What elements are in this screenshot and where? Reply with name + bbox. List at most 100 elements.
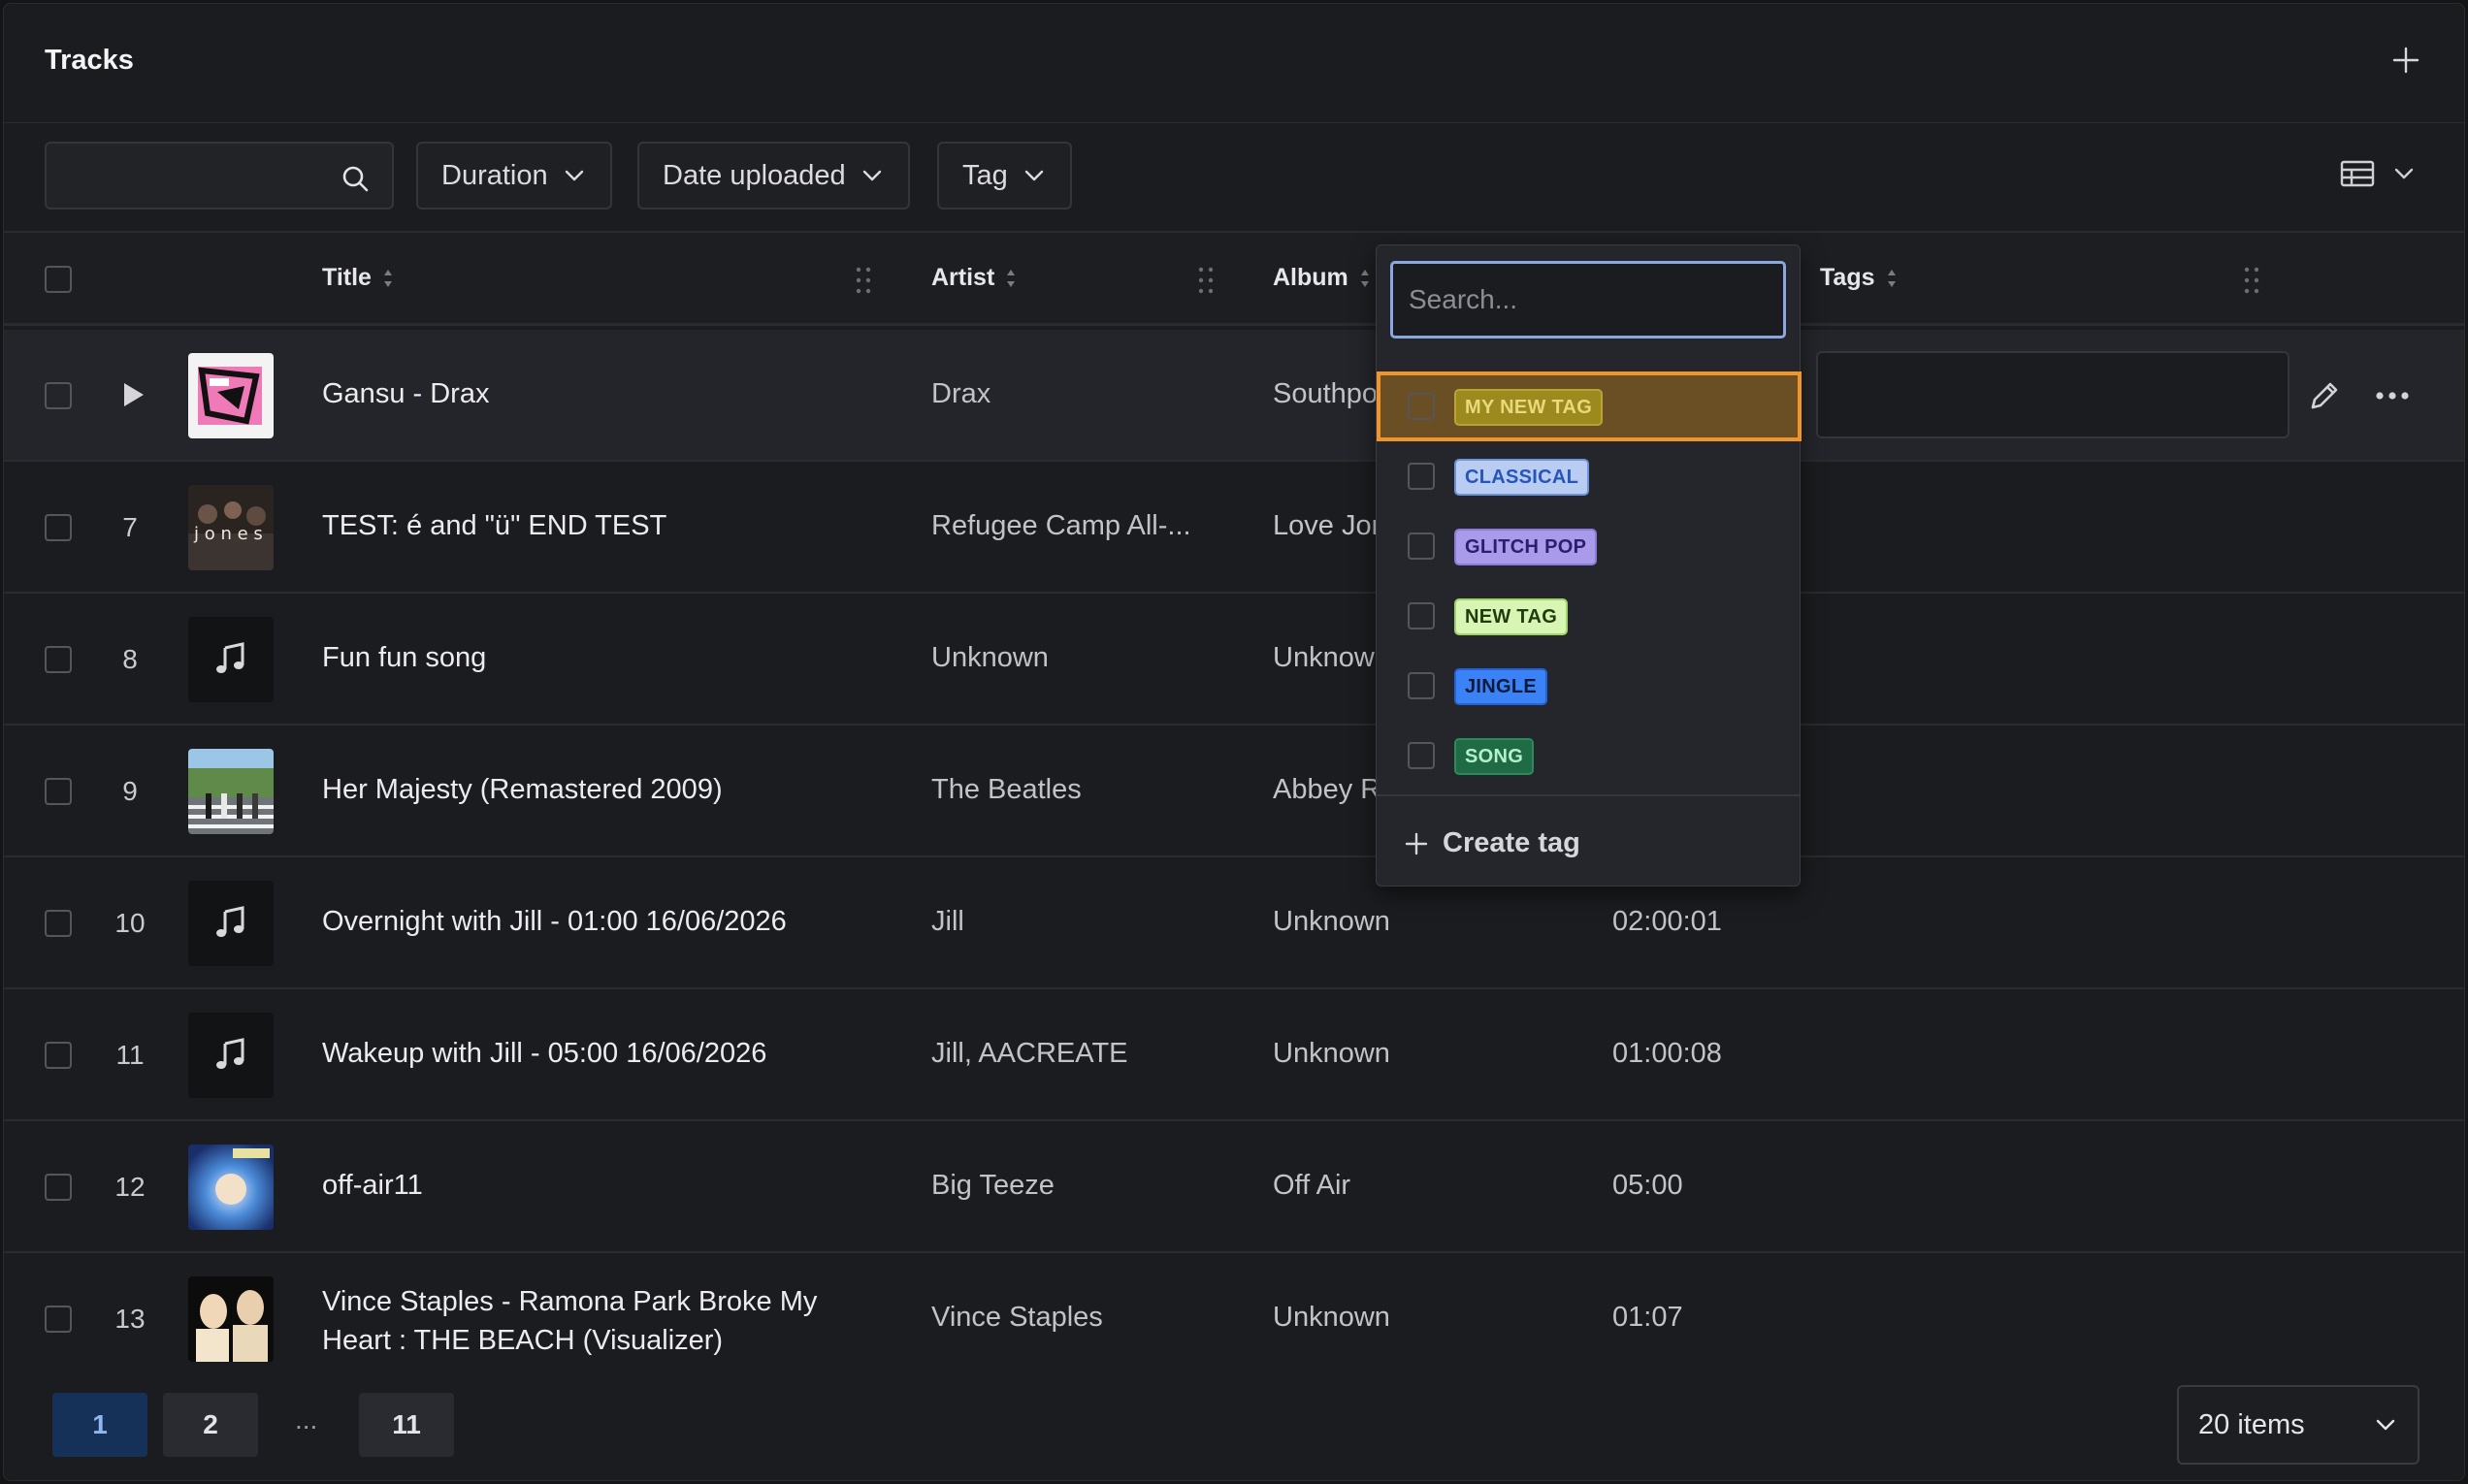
chevron-down-icon <box>1024 170 1043 181</box>
add-track-button[interactable] <box>2387 41 2425 80</box>
tag-checkbox[interactable] <box>1408 393 1435 420</box>
tag-pill: NEW TAG <box>1454 598 1569 635</box>
track-artist[interactable]: Big Teeze <box>931 1170 1055 1202</box>
row-checkbox[interactable] <box>45 910 72 937</box>
pagination-ellipsis: ... <box>295 1404 318 1435</box>
drag-handle-icon[interactable] <box>1197 266 1215 295</box>
play-icon[interactable] <box>118 380 147 409</box>
track-title[interactable]: TEST: é and "ü" END TEST <box>322 510 666 542</box>
track-album[interactable]: Love Jon <box>1273 510 1387 542</box>
tag-checkbox[interactable] <box>1408 742 1435 769</box>
track-album[interactable]: Unknown <box>1273 1302 1390 1334</box>
album-art-image <box>188 1145 274 1230</box>
track-album[interactable]: Unknow <box>1273 642 1375 674</box>
track-artist[interactable]: Drax <box>931 378 990 410</box>
track-album[interactable]: Unknown <box>1273 906 1390 938</box>
search-input[interactable] <box>47 144 338 208</box>
items-per-page-label: 20 items <box>2198 1408 2305 1440</box>
duration-filter-button[interactable]: Duration <box>416 142 612 210</box>
album-art-image <box>188 749 274 834</box>
column-artist-header[interactable]: Artist <box>931 264 1018 292</box>
view-options-button[interactable] <box>2340 159 2416 188</box>
row-checkbox[interactable] <box>45 646 72 673</box>
track-title[interactable]: Overnight with Jill - 01:00 16/06/2026 <box>322 906 787 938</box>
row-checkbox[interactable] <box>45 778 72 805</box>
page-button-11[interactable]: 11 <box>359 1393 454 1457</box>
table-row[interactable]: Gansu - Drax Drax Southpo <box>4 330 2464 462</box>
page-button-2[interactable]: 2 <box>163 1393 258 1457</box>
items-per-page-select[interactable]: 20 items <box>2177 1385 2419 1465</box>
table-row[interactable]: 12 off-air11 Big Teeze Off Air 05:00 <box>4 1121 2464 1253</box>
row-checkbox[interactable] <box>45 1042 72 1069</box>
track-artist[interactable]: The Beatles <box>931 774 1082 806</box>
track-title[interactable]: Fun fun song <box>322 642 486 674</box>
tags-input[interactable] <box>1816 351 2289 438</box>
tag-checkbox[interactable] <box>1408 463 1435 490</box>
tag-checkbox[interactable] <box>1408 672 1435 699</box>
column-tags-header[interactable]: Tags <box>1820 264 1899 292</box>
row-checkbox[interactable] <box>45 1174 72 1201</box>
drag-handle-icon[interactable] <box>2243 266 2260 295</box>
chevron-down-icon <box>565 170 583 181</box>
track-artist[interactable]: Refugee Camp All-... <box>931 510 1191 542</box>
row-checkbox[interactable] <box>45 382 72 409</box>
row-checkbox[interactable] <box>45 514 72 541</box>
tag-option-new-tag[interactable]: NEW TAG <box>1377 581 1802 651</box>
track-title[interactable]: off-air11 <box>322 1170 423 1202</box>
divider <box>1377 794 1800 796</box>
drag-handle-icon[interactable] <box>855 266 872 295</box>
column-tags-label: Tags <box>1820 264 1875 291</box>
album-art-placeholder <box>188 617 274 702</box>
table-row[interactable]: 13 Vince Staples - Ramona Park Broke My … <box>4 1253 2464 1385</box>
track-artist[interactable]: Vince Staples <box>931 1302 1103 1334</box>
column-album-header[interactable]: Album <box>1273 264 1372 292</box>
date-uploaded-filter-button[interactable]: Date uploaded <box>637 142 910 210</box>
track-album[interactable]: Unknown <box>1273 1038 1390 1070</box>
track-title[interactable]: Vince Staples - Ramona Park Broke My Hea… <box>322 1282 865 1360</box>
plus-icon <box>2392 47 2419 74</box>
tag-option-glitch-pop[interactable]: GLITCH POP <box>1377 511 1802 581</box>
track-number: 8 <box>122 644 138 674</box>
track-artist[interactable]: Unknown <box>931 642 1049 674</box>
page-button-1[interactable]: 1 <box>52 1393 147 1457</box>
tag-option-jingle[interactable]: JINGLE <box>1377 651 1802 721</box>
track-title[interactable]: Wakeup with Jill - 05:00 16/06/2026 <box>322 1038 766 1070</box>
tag-checkbox[interactable] <box>1408 602 1435 629</box>
table-row[interactable]: 7 j o n e s TEST: é and "ü" END TEST Ref… <box>4 462 2464 594</box>
table-row[interactable]: 10 Overnight with Jill - 01:00 16/06/202… <box>4 857 2464 989</box>
track-title[interactable]: Gansu - Drax <box>322 378 489 410</box>
tag-search-input[interactable] <box>1393 264 1783 336</box>
track-album[interactable]: Abbey R <box>1273 774 1380 806</box>
track-artist[interactable]: Jill, AACREATE <box>931 1038 1128 1070</box>
music-note-icon <box>216 906 244 937</box>
row-checkbox[interactable] <box>45 1306 72 1333</box>
track-album[interactable]: Off Air <box>1273 1170 1350 1202</box>
tag-option-my-new-tag[interactable]: MY NEW TAG <box>1377 371 1802 441</box>
track-duration: 01:00:08 <box>1612 1038 1722 1069</box>
more-options-icon[interactable] <box>2373 382 2412 409</box>
album-art-image: j o n e s <box>188 485 274 570</box>
chevron-down-icon <box>2376 1419 2395 1431</box>
track-album[interactable]: Southpo <box>1273 378 1378 410</box>
search-field[interactable] <box>45 142 394 210</box>
pagination-bar: 1 2 ... 11 20 items <box>4 1370 2464 1480</box>
column-artist-label: Artist <box>931 264 995 291</box>
tag-option-song[interactable]: SONG <box>1377 721 1802 790</box>
table-row[interactable]: 8 Fun fun song Unknown Unknow <box>4 594 2464 726</box>
tag-option-classical[interactable]: CLASSICAL <box>1377 441 1802 511</box>
tag-search-field[interactable] <box>1390 261 1786 339</box>
table-row[interactable]: 11 Wakeup with Jill - 05:00 16/06/2026 J… <box>4 989 2464 1121</box>
tag-filter-button[interactable]: Tag <box>937 142 1072 210</box>
tag-checkbox[interactable] <box>1408 532 1435 560</box>
column-title-label: Title <box>322 264 372 291</box>
album-art-image <box>188 353 274 438</box>
track-number: 13 <box>114 1304 146 1334</box>
select-all-checkbox[interactable] <box>45 266 72 293</box>
pencil-icon[interactable] <box>2307 378 2342 413</box>
table-row[interactable]: 9 Her Majesty (Remastered 2009) The Beat… <box>4 726 2464 857</box>
create-tag-button[interactable]: Create tag <box>1404 827 1580 859</box>
track-artist[interactable]: Jill <box>931 906 964 938</box>
column-title-header[interactable]: Title <box>322 264 395 292</box>
track-title[interactable]: Her Majesty (Remastered 2009) <box>322 774 723 806</box>
track-number: 12 <box>114 1172 146 1202</box>
